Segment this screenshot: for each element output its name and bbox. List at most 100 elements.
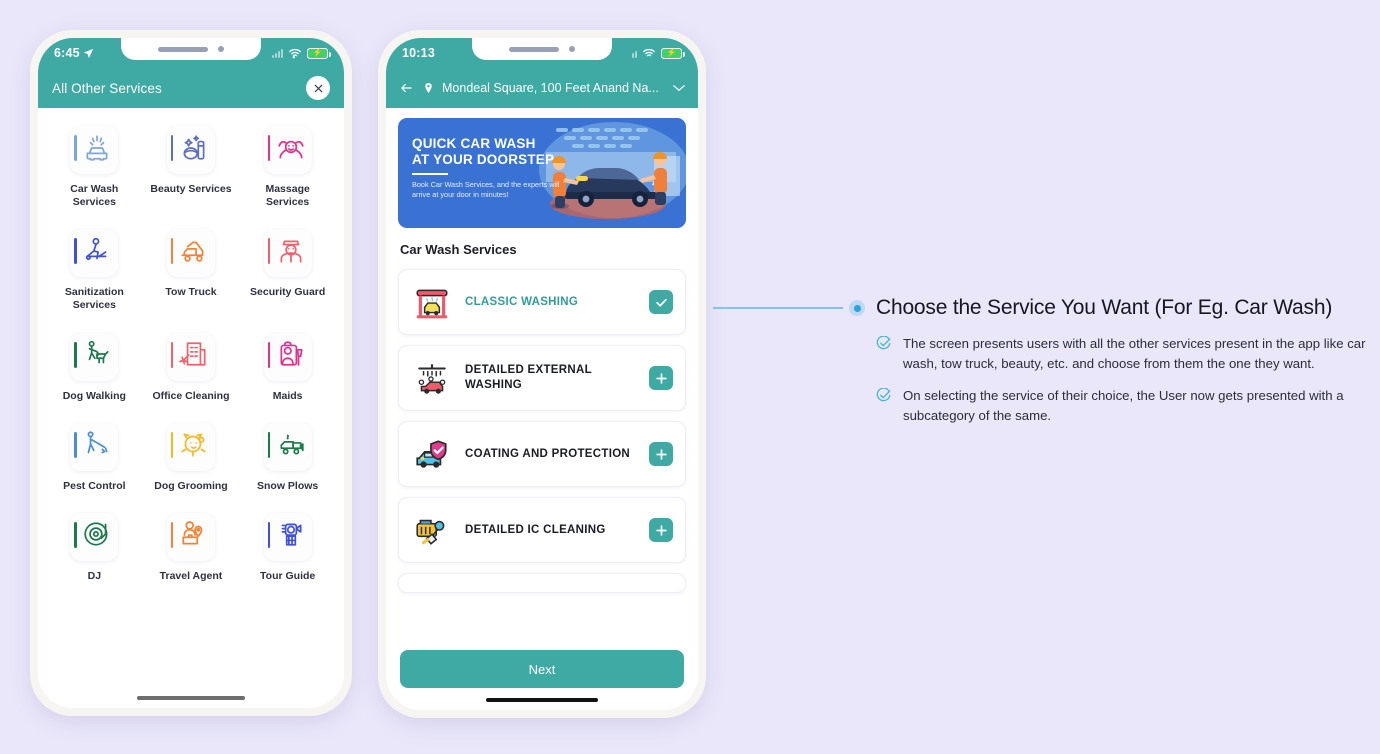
earpiece-speaker xyxy=(158,46,208,52)
service-cell[interactable]: Tour Guide xyxy=(239,512,336,583)
subcategory-row[interactable]: CLASSIC WASHING xyxy=(398,269,686,335)
left-status-icons: ⚡ xyxy=(272,47,331,59)
wifi-icon xyxy=(643,48,655,56)
service-cell[interactable]: Car Wash Services xyxy=(46,126,143,209)
notch xyxy=(121,38,261,60)
promo-banner[interactable]: QUICK CAR WASH AT YOUR DOORSTEP Book Car… xyxy=(398,118,686,228)
location-arrow-icon xyxy=(83,48,93,58)
service-icon-tile xyxy=(166,332,215,381)
add-button[interactable] xyxy=(649,518,673,542)
service-cell[interactable]: Office Cleaning xyxy=(143,332,240,403)
subcategory-name: DETAILED EXTERNAL WASHING xyxy=(465,364,592,391)
check-circle-icon xyxy=(876,335,891,356)
maid-icon xyxy=(270,339,306,374)
subcategory-name: COATING AND PROTECTION xyxy=(465,447,631,460)
service-label: Sanitization Services xyxy=(64,286,124,312)
selected-check-button[interactable] xyxy=(649,290,673,314)
snow-plow-icon xyxy=(270,429,306,464)
location-pin-icon xyxy=(425,82,432,94)
service-label: Maids xyxy=(272,389,303,402)
add-button[interactable] xyxy=(649,366,673,390)
accent-bar xyxy=(267,341,271,368)
arrow-left-icon[interactable] xyxy=(398,81,415,95)
car-wash-icon xyxy=(76,133,112,168)
service-cell[interactable]: Massage Services xyxy=(239,126,336,209)
services-grid: Car Wash Services Beauty Services Massag… xyxy=(46,126,336,583)
annotation-bullet: On selecting the service of their choice… xyxy=(876,386,1366,426)
left-phone-screen: 6:45 ⚡ All Other Services Car Wash Servi… xyxy=(38,38,344,708)
accent-bar xyxy=(74,135,77,161)
section-title: Car Wash Services xyxy=(400,242,517,257)
subcategory-row[interactable]: COATING AND PROTECTION xyxy=(398,421,686,487)
service-cell[interactable]: Maids xyxy=(239,332,336,403)
service-label: Tour Guide xyxy=(260,569,316,582)
service-label: Security Guard xyxy=(250,286,326,299)
car-wash-arch-icon xyxy=(411,285,453,319)
signal-icon xyxy=(272,48,283,58)
service-icon-tile xyxy=(70,332,119,381)
subcategory-row[interactable]: DETAILED EXTERNAL WASHING xyxy=(398,345,686,411)
beauty-icon xyxy=(173,133,209,168)
home-indicator xyxy=(486,698,598,702)
subcategory-list: CLASSIC WASHING DETAILED EXTERNAL WASHIN… xyxy=(398,269,686,593)
left-status-time-group: 6:45 xyxy=(54,46,94,60)
right-status-bar: 10:13 ⚡ xyxy=(386,38,698,68)
service-cell[interactable]: Security Guard xyxy=(239,229,336,312)
right-app-header: Mondeal Square, 100 Feet Anand Na... xyxy=(386,68,698,108)
service-cell[interactable]: DJ xyxy=(46,512,143,583)
accent-bar xyxy=(74,238,77,265)
annotation-bullet-text: On selecting the service of their choice… xyxy=(903,387,1344,423)
service-label: Beauty Services xyxy=(150,183,232,195)
chevron-down-icon[interactable] xyxy=(672,83,686,93)
service-label: Dog Grooming xyxy=(154,479,228,492)
location-address[interactable]: Mondeal Square, 100 Feet Anand Na... xyxy=(442,81,659,95)
service-icon-tile xyxy=(70,229,119,278)
page-title: All Other Services xyxy=(52,80,162,96)
check-circle-icon xyxy=(876,387,891,408)
security-guard-icon xyxy=(270,236,306,271)
service-icon-tile xyxy=(166,422,215,471)
service-cell[interactable]: Tow Truck xyxy=(143,229,240,312)
service-cell[interactable]: Sanitization Services xyxy=(46,229,143,312)
tour-guide-icon xyxy=(270,519,306,554)
subcategory-row[interactable]: DETAILED IC CLEANING xyxy=(398,497,686,563)
front-camera xyxy=(218,46,224,52)
sanitization-icon xyxy=(76,236,112,271)
service-icon-tile xyxy=(263,229,312,278)
service-label: Massage Services xyxy=(265,183,310,209)
services-grid-scroll[interactable]: Car Wash Services Beauty Services Massag… xyxy=(38,108,344,708)
service-icon-tile xyxy=(70,422,119,471)
service-cell[interactable]: Beauty Services xyxy=(143,126,240,209)
subcategory-name: CLASSIC WASHING xyxy=(465,295,579,308)
service-cell[interactable]: Dog Walking xyxy=(46,332,143,403)
home-indicator xyxy=(137,695,245,700)
service-icon-tile xyxy=(166,126,215,174)
pest-control-icon xyxy=(76,429,112,464)
subcategory-row-partial[interactable] xyxy=(398,573,686,593)
service-icon-tile xyxy=(263,126,312,174)
next-button[interactable]: Next xyxy=(400,650,684,688)
right-phone-screen: 10:13 ⚡ Mondeal Square, 100 Feet Anand N… xyxy=(386,38,698,710)
dog-walking-icon xyxy=(76,339,112,374)
accent-bar xyxy=(74,341,77,368)
service-cell[interactable]: Dog Grooming xyxy=(143,422,240,493)
service-label: Pest Control xyxy=(63,479,126,492)
annotation-bullet: The screen presents users with all the o… xyxy=(876,334,1366,374)
service-cell[interactable]: Snow Plows xyxy=(239,422,336,493)
service-icon-tile xyxy=(70,512,119,561)
left-app-header: All Other Services xyxy=(38,68,344,108)
right-status-icons: ⚡ xyxy=(632,47,685,59)
service-cell[interactable]: Travel Agent xyxy=(143,512,240,583)
banner-headline-line2: AT YOUR DOORSTEP xyxy=(412,151,555,167)
left-phone-mockup: 6:45 ⚡ All Other Services Car Wash Servi… xyxy=(30,30,352,716)
right-content-scroll[interactable]: QUICK CAR WASH AT YOUR DOORSTEP Book Car… xyxy=(386,108,698,710)
accent-bar xyxy=(267,238,271,265)
service-label: Snow Plows xyxy=(257,479,319,492)
service-cell[interactable]: Pest Control xyxy=(46,422,143,493)
banner-headline-line1: QUICK CAR WASH xyxy=(412,136,536,151)
right-status-time-group: 10:13 xyxy=(402,46,435,60)
battery-charging-icon: ⚡ xyxy=(307,47,331,59)
add-button[interactable] xyxy=(649,442,673,466)
accent-bar xyxy=(74,521,77,548)
close-icon[interactable] xyxy=(306,76,330,100)
